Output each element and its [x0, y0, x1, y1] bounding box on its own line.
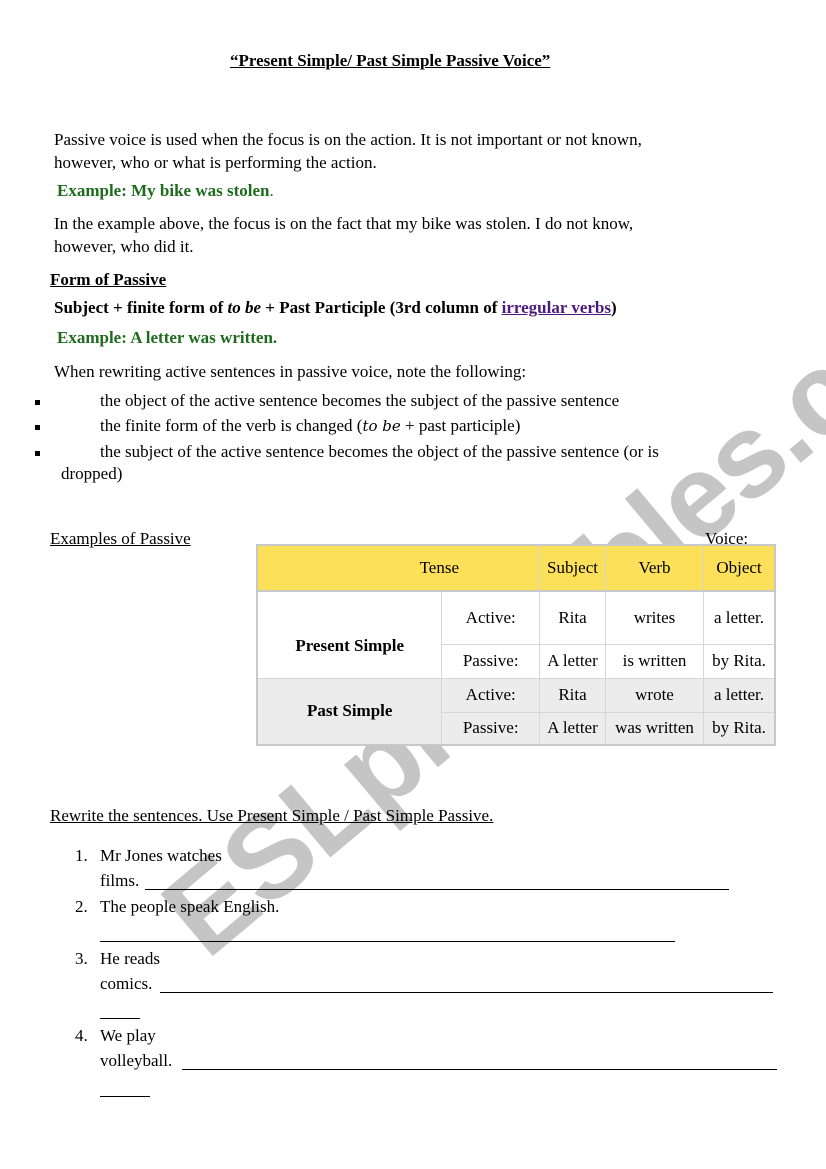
exercise-item-1-number: 1.	[75, 846, 88, 865]
formula-part-a: Subject + finite form of	[54, 298, 228, 317]
intro-line-1: Passive voice is used when the focus is …	[54, 130, 642, 149]
intro-line-2: however, who or what is performing the a…	[54, 153, 377, 172]
example-bike-text: Example: My bike was stolen	[57, 181, 270, 200]
bullet-2-text: the finite form of the verb is changed (	[100, 416, 363, 435]
answer-line-3-cont[interactable]	[100, 1018, 140, 1019]
voice-cell: Passive:	[441, 711, 540, 746]
tense-present-simple: Present Simple	[256, 590, 443, 679]
subject-cell: A letter	[539, 711, 606, 746]
header-verb: Verb	[605, 544, 704, 592]
exercise-instruction: Rewrite the sentences. Use Present Simpl…	[50, 806, 494, 825]
passive-examples-table: Tense Subject Verb Object Present Simple…	[256, 544, 776, 746]
exercise-item-1-line2: films.	[100, 871, 140, 890]
exercise-item-1-line1: Mr Jones watches	[100, 846, 222, 865]
exercise-item-3-number: 3.	[75, 949, 88, 968]
exercise-item-4-line1: We play	[100, 1026, 156, 1045]
bullet-icon	[35, 451, 40, 456]
exercise-item-3-line1: He reads	[100, 949, 160, 968]
exercise-item-2-line1: The people speak English.	[100, 897, 280, 916]
subject-cell: Rita	[539, 677, 606, 713]
verb-cell: wrote	[605, 677, 704, 713]
example-bike: Example: My bike was stolen.	[57, 180, 274, 202]
exercise-item-3-line2: comics.	[100, 974, 153, 993]
header-subject: Subject	[539, 544, 606, 592]
bullet-item-2: the finite form of the verb is changed (…	[100, 415, 520, 437]
exercise-item-2-number: 2.	[75, 897, 88, 916]
answer-line-3[interactable]	[160, 992, 773, 993]
verb-cell: is written	[605, 643, 704, 679]
bullet-icon	[35, 400, 40, 405]
object-cell: by Rita.	[703, 643, 776, 679]
bullet-2-italic: to be	[362, 417, 401, 435]
header-tense: Tense	[256, 544, 540, 592]
answer-line-4-cont[interactable]	[100, 1096, 150, 1097]
voice-cell: Active:	[441, 677, 540, 713]
header-object: Object	[703, 544, 776, 592]
bullet-2-end: + past participle)	[400, 416, 521, 435]
table-row: Present Simple Active: Rita writes a let…	[256, 590, 776, 679]
voice-cell: Passive:	[441, 643, 540, 679]
verb-cell: writes	[605, 590, 704, 645]
irregular-verbs-link[interactable]: irregular verbs	[502, 298, 611, 317]
answer-line-4[interactable]	[182, 1069, 777, 1070]
bullet-item-3-cont: dropped)	[61, 464, 123, 483]
tense-past-simple: Past Simple	[256, 677, 443, 746]
bullet-icon	[35, 425, 40, 430]
subject-cell: Rita	[539, 590, 606, 645]
formula-part-c: )	[611, 298, 617, 317]
page-title: “Present Simple/ Past Simple Passive Voi…	[230, 51, 551, 70]
bullet-item-3: the subject of the active sentence becom…	[100, 442, 659, 461]
examples-label-left: Examples of Passive	[50, 529, 191, 548]
voice-cell: Active:	[441, 590, 540, 645]
answer-line-2[interactable]	[100, 941, 675, 942]
verb-cell: was written	[605, 711, 704, 746]
exercise-item-4-line2: volleyball.	[100, 1051, 173, 1070]
answer-line-1[interactable]	[145, 889, 729, 890]
subject-cell: A letter	[539, 643, 606, 679]
explain-line-1: In the example above, the focus is on th…	[54, 214, 634, 233]
example-bike-period: .	[269, 181, 274, 200]
formula-to-be: to be	[227, 298, 262, 317]
exercise-item-4-number: 4.	[75, 1026, 88, 1045]
object-cell: a letter.	[703, 590, 776, 645]
object-cell: a letter.	[703, 677, 776, 713]
object-cell: by Rita.	[703, 711, 776, 746]
formula-part-b: + Past Participle (3rd column of	[261, 298, 502, 317]
explain-line-2: however, who did it.	[54, 237, 194, 256]
form-formula: Subject + finite form of to be + Past Pa…	[54, 297, 617, 319]
bullet-item-1: the object of the active sentence become…	[100, 391, 620, 410]
example-letter: Example: A letter was written.	[57, 328, 278, 347]
note-intro: When rewriting active sentences in passi…	[54, 362, 527, 381]
table-row: Past Simple Active: Rita wrote a letter.	[256, 677, 776, 746]
table-header-row: Tense Subject Verb Object	[256, 544, 776, 592]
form-heading: Form of Passive	[50, 270, 167, 289]
